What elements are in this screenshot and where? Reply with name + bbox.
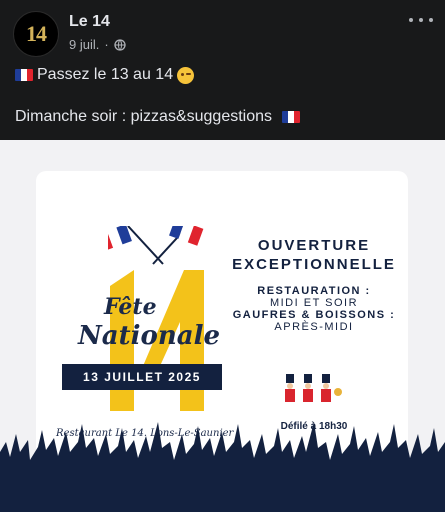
globe-icon <box>114 38 126 51</box>
ouverture-line-1: OUVERTURE <box>257 237 371 254</box>
crossed-flags-icon <box>108 226 204 265</box>
restauration-value: MIDI ET SOIR <box>269 297 359 309</box>
france-flag-icon <box>15 69 33 81</box>
page-avatar[interactable]: 14 <box>13 11 59 57</box>
more-horizontal-icon <box>409 18 413 22</box>
winking-face-icon <box>177 66 195 84</box>
france-flag-icon <box>282 111 301 123</box>
gaufres-label: GAUFRES & BOISSONS : <box>232 309 396 321</box>
meta-separator: · <box>104 37 109 52</box>
post-text-line-1-content: Passez le 13 au 14 <box>37 66 174 83</box>
post-date[interactable]: 9 juil. <box>69 37 99 52</box>
crowd-silhouette <box>0 422 445 512</box>
post-image[interactable]: Fête Nationale 13 JUILLET 2025 OUVERTURE… <box>0 140 445 512</box>
ouverture-line-2: EXCEPTIONNELLE <box>232 256 396 273</box>
post-text-line-2-content: Dimanche soir : pizzas&suggestions <box>15 108 273 125</box>
post-meta: 9 juil. · <box>69 37 126 52</box>
more-options-button[interactable] <box>409 12 433 28</box>
opening-info: OUVERTURE EXCEPTIONNELLE RESTAURATION : … <box>224 237 404 333</box>
avatar-logo-text: 14 <box>26 21 47 46</box>
post-text-line-2: Dimanche soir : pizzas&suggestions <box>15 108 301 126</box>
nationale-title: Nationale <box>78 321 221 351</box>
page-name-link[interactable]: Le 14 <box>69 13 110 31</box>
post-header: 14 Le 14 9 juil. · <box>0 0 445 60</box>
gaufres-value: APRÈS-MIDI <box>274 321 354 333</box>
fete-title: Fête <box>104 294 157 320</box>
date-banner: 13 JUILLET 2025 <box>62 364 222 390</box>
post-text-line-1: Passez le 13 au 14 <box>15 66 195 84</box>
restauration-label: RESTAURATION : <box>257 285 371 297</box>
